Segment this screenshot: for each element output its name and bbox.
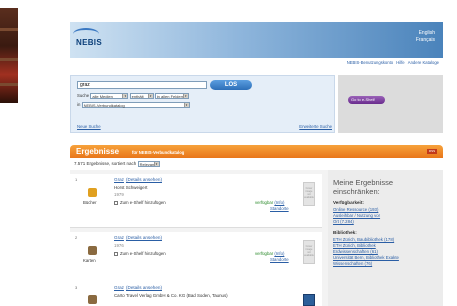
help-link[interactable]: Hilfe [396, 60, 404, 65]
cover-image: Cover image not available [303, 182, 315, 206]
other-catalogs-link[interactable]: Andere Kataloge [408, 60, 439, 65]
search-input[interactable]: graz [77, 81, 207, 89]
result-title-link[interactable]: Graz [114, 177, 124, 182]
result-author: Horst Schweigert [114, 185, 148, 190]
results-header: Ergebnisse für NEBIS-Verbundkatalog RSS [70, 145, 443, 158]
facets-panel: Meine Ergebnisse einschränken: Verfügbar… [328, 170, 443, 306]
library-heading: Bibliothek: [333, 230, 357, 235]
top-links: NEBIS-Benutzungskonto Hilfe Andere Katal… [345, 60, 439, 65]
locations-link[interactable]: Standorte [270, 206, 289, 211]
results-count-text: 7.571 Ergebnisse, sortiert nach [74, 161, 137, 167]
left-decorative-image [0, 8, 18, 103]
account-link[interactable]: NEBIS-Benutzungskonto [347, 60, 393, 65]
search-panel: graz LOS Suche alle Medien ▾ enthält ▾ in … [70, 75, 335, 133]
operator-select[interactable]: enthält ▾ [129, 93, 154, 99]
result-item: 3 Graz (Details ansehen) Carto Travel Ver… [70, 282, 322, 306]
book-icon [88, 188, 97, 197]
checkbox[interactable] [114, 200, 118, 205]
result-year: 1979 [114, 192, 124, 197]
advanced-search-link[interactable]: Erweiterte Suche [299, 124, 332, 129]
catalog-label: in [77, 102, 81, 108]
locations-link[interactable]: Standorte [270, 257, 289, 262]
add-to-eshelf[interactable]: Zum e-Shelf hinzufügen [114, 200, 166, 205]
results-title: Ergebnisse [76, 147, 120, 156]
search-go-button[interactable]: LOS [210, 80, 252, 90]
map-icon [88, 295, 97, 304]
header-banner: NEBIS English Français [70, 22, 443, 58]
availability: verfügbar (Info) [255, 200, 285, 205]
rss-icon[interactable]: RSS [427, 149, 437, 154]
result-year: 1976 [114, 243, 124, 248]
sort-select[interactable]: Relevanz ▾ [137, 161, 160, 167]
facet-item[interactable]: Universität Bern, Bibliothek Exakte [333, 255, 399, 260]
results-body: 1 Bücher Graz (Details ansehen) Horst Sch… [70, 170, 443, 306]
result-type: Bücher [83, 200, 97, 205]
cover-image: Cover image not available [303, 240, 315, 264]
facets-title: Meine Ergebnisse einschränken: [333, 178, 394, 196]
field-select[interactable]: in allen Feldern ▾ [154, 93, 189, 99]
media-select[interactable]: alle Medien ▾ [90, 93, 129, 99]
facet-item[interactable]: Erdwissenschaften (61) [333, 249, 378, 254]
details-link[interactable]: (Details ansehen) [126, 235, 162, 240]
facet-item[interactable]: Ort (7.284) [333, 219, 354, 224]
result-number: 3 [75, 285, 78, 290]
details-link[interactable]: (Details ansehen) [126, 177, 162, 182]
search-label: Suche [77, 93, 90, 99]
results-count: 7.571 Ergebnisse, sortiert nach Relevanz… [74, 161, 160, 167]
result-number: 2 [75, 235, 78, 240]
catalog-row: in NEBIS-Verbundkatalog ▾ [77, 102, 190, 108]
new-search-link[interactable]: Neue Suche [77, 124, 101, 129]
facet-item[interactable]: Ausleihbar / Nutzung vor [333, 213, 380, 218]
page: NEBIS English Français NEBIS-Benutzungsk… [70, 0, 443, 306]
chevron-down-icon: ▾ [153, 162, 159, 166]
results-subtitle: für NEBIS-Verbundkatalog [132, 150, 185, 155]
chevron-down-icon: ▾ [183, 103, 189, 107]
checkbox[interactable] [114, 251, 118, 256]
add-to-eshelf[interactable]: Zum e-Shelf hinzufügen [114, 251, 166, 256]
map-icon [88, 246, 97, 255]
cover-image [303, 294, 315, 306]
facet-item[interactable]: ETH Zürich, Baubibliothek (178) [333, 237, 394, 242]
facet-item[interactable]: Wissenschaften (76) [333, 261, 372, 266]
catalog-select[interactable]: NEBIS-Verbundkatalog ▾ [81, 102, 190, 108]
search-options-row: Suche alle Medien ▾ enthält ▾ in allen Fel… [77, 93, 189, 99]
availability: verfügbar (Info) [255, 251, 285, 256]
facet-item[interactable]: ETH Zürich, Bibliothek [333, 243, 376, 248]
availability-heading: Verfügbarkeit: [333, 200, 364, 205]
go-to-eshelf-button[interactable]: Go to e-Shelf [348, 96, 385, 104]
lang-english-link[interactable]: English [419, 30, 435, 36]
chevron-down-icon: ▾ [122, 94, 128, 98]
result-title-link[interactable]: Graz [114, 285, 124, 290]
result-type: Karten [83, 258, 96, 263]
result-author: Carto Travel Verlag GmbH & Co. KG (Bad S… [114, 293, 228, 298]
availability-info-link[interactable]: (Info) [274, 251, 284, 256]
result-item: 1 Bücher Graz (Details ansehen) Horst Sch… [70, 174, 322, 228]
nebis-logo[interactable]: NEBIS [76, 38, 102, 47]
chevron-down-icon: ▾ [182, 94, 188, 98]
result-title-link[interactable]: Graz [114, 235, 124, 240]
chevron-down-icon: ▾ [147, 94, 153, 98]
details-link[interactable]: (Details ansehen) [126, 285, 162, 290]
lang-french-link[interactable]: Français [416, 37, 435, 43]
availability-info-link[interactable]: (Info) [274, 200, 284, 205]
result-number: 1 [75, 177, 78, 182]
result-item: 2 Karten Graz (Details ansehen) 1976 Zum … [70, 232, 322, 286]
eshelf-panel: Go to e-Shelf [338, 75, 443, 133]
facet-item[interactable]: Online Ressource (193) [333, 207, 378, 212]
